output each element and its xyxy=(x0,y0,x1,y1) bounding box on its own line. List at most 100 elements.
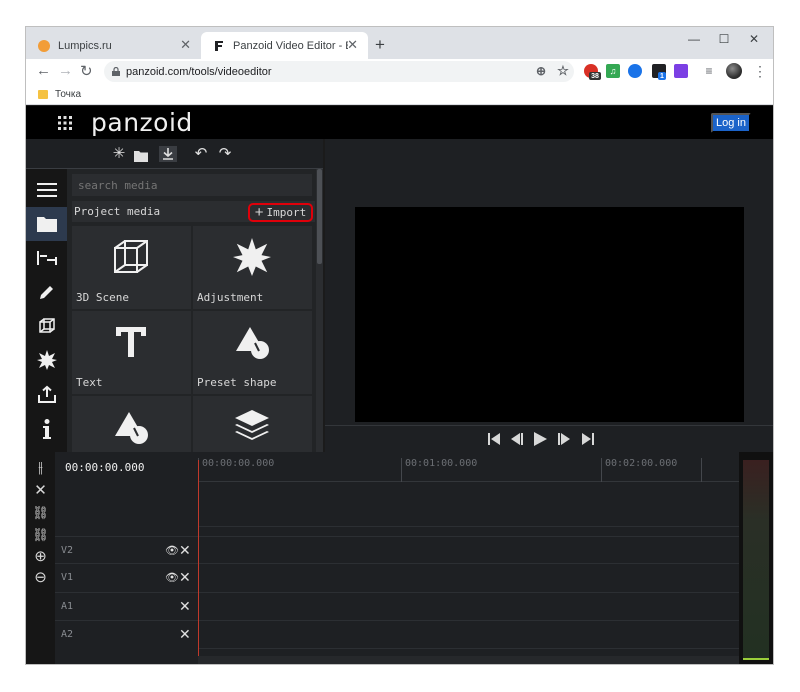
tab-title: Panzoid Video Editor - Edit Video xyxy=(233,39,348,52)
preview-canvas[interactable] xyxy=(355,207,744,422)
redo-icon[interactable]: ↷ xyxy=(218,146,232,162)
open-folder-icon[interactable] xyxy=(134,148,148,164)
tab-lumpics[interactable]: Lumpics.ru ✕ xyxy=(26,32,201,59)
extension-purple-icon[interactable] xyxy=(674,64,688,78)
track-divider xyxy=(198,536,739,537)
menu-button[interactable] xyxy=(26,173,67,207)
browser-toolbar: ← → ↻ panzoid.com/tools/videoeditor ⊕ ☆ … xyxy=(26,59,773,85)
link-icon[interactable]: ⛓ xyxy=(32,504,49,522)
app-header: panzoid Log in xyxy=(26,106,773,139)
starburst-icon xyxy=(36,350,57,370)
track-name: A2 xyxy=(61,629,74,640)
timeline-area[interactable]: 00:00:00.000 00:01:00.000 00:02:00.000 xyxy=(198,452,739,664)
tile-label: Text xyxy=(76,376,103,389)
3d-button[interactable] xyxy=(26,309,67,343)
step-forward-icon[interactable] xyxy=(558,433,570,445)
more-menu-icon[interactable]: ⋮ xyxy=(753,63,767,80)
zoom-out-icon[interactable]: ⊖ xyxy=(32,569,49,587)
delete-track-icon[interactable]: ✕ xyxy=(179,569,191,586)
playhead[interactable] xyxy=(198,460,199,660)
step-back-icon[interactable] xyxy=(511,433,523,445)
ruler-mark: 00:00:00.000 xyxy=(198,458,274,482)
pencil-icon xyxy=(39,286,53,299)
undo-icon[interactable]: ↶ xyxy=(194,146,208,162)
search-media-input[interactable] xyxy=(72,174,312,196)
new-tab-button[interactable]: + xyxy=(375,35,385,55)
media-tile-text[interactable]: Text xyxy=(72,311,191,394)
reload-icon[interactable]: ↻ xyxy=(80,62,93,80)
lumpics-favicon-icon xyxy=(38,39,50,52)
add-icon[interactable]: ⊕ xyxy=(534,64,548,78)
skip-to-end-icon[interactable] xyxy=(582,433,594,445)
tab-panzoid[interactable]: Panzoid Video Editor - Edit Video ✕ xyxy=(201,32,368,59)
track-v2[interactable]: V2 👁 ✕ xyxy=(55,536,198,563)
extension-badge-2: 1 xyxy=(658,72,666,80)
edit-button[interactable] xyxy=(26,275,67,309)
timeline-button[interactable] xyxy=(26,241,67,275)
delete-track-icon[interactable]: ✕ xyxy=(179,626,191,643)
folder-icon xyxy=(36,217,57,232)
effects-button[interactable] xyxy=(26,343,67,377)
address-bar[interactable]: panzoid.com/tools/videoeditor xyxy=(104,61,574,82)
lock-icon xyxy=(112,67,120,76)
media-scrollbar[interactable] xyxy=(316,169,323,452)
eye-icon[interactable]: 👁 xyxy=(165,544,179,557)
tile-label: 3D Scene xyxy=(76,291,129,304)
zoom-in-icon[interactable]: ⊕ xyxy=(32,548,49,566)
panzoid-favicon-icon xyxy=(215,40,223,51)
time-ruler[interactable]: 00:00:00.000 00:01:00.000 00:02:00.000 xyxy=(198,458,739,482)
eye-icon[interactable]: 👁 xyxy=(165,571,179,584)
close-tab-icon[interactable]: ✕ xyxy=(347,37,358,53)
delete-track-icon[interactable]: ✕ xyxy=(179,598,191,615)
export-button[interactable] xyxy=(26,377,67,411)
media-tile-layers[interactable] xyxy=(193,396,312,452)
delete-track-icon[interactable]: ✕ xyxy=(179,542,191,559)
bookmark-folder[interactable]: Точка xyxy=(38,89,81,100)
play-icon[interactable] xyxy=(534,432,547,446)
star-icon[interactable]: ☆ xyxy=(556,63,570,78)
track-labels: 00:00:00.000 V2 👁 ✕ V1 👁 ✕ A1 ✕ A2 ✕ xyxy=(55,452,198,664)
timeline-scrollbar[interactable] xyxy=(198,656,739,664)
panzoid-logo[interactable]: panzoid xyxy=(91,108,193,137)
close-tab-icon[interactable]: ✕ xyxy=(180,37,191,53)
download-icon[interactable] xyxy=(159,146,177,162)
forward-arrow-icon[interactable]: → xyxy=(58,62,73,79)
track-name: V1 xyxy=(61,572,74,583)
browser-window: Lumpics.ru ✕ Panzoid Video Editor - Edit… xyxy=(26,27,773,664)
profile-avatar[interactable] xyxy=(726,63,742,79)
minimize-icon[interactable]: — xyxy=(684,32,704,46)
project-toolbar: ✳ ↶ ↷ xyxy=(26,139,323,169)
track-divider xyxy=(198,563,739,564)
tile-label: Adjustment xyxy=(197,291,264,304)
track-a1[interactable]: A1 ✕ xyxy=(55,592,198,619)
track-v1[interactable]: V1 👁 ✕ xyxy=(55,563,198,590)
extension-blue-icon[interactable] xyxy=(628,64,642,78)
project-media-title: Project media xyxy=(74,205,161,218)
skip-to-start-icon[interactable] xyxy=(488,433,500,445)
track-divider xyxy=(198,648,739,649)
unlink-icon[interactable]: ⛓ xyxy=(32,526,49,544)
maximize-icon[interactable]: ☐ xyxy=(714,32,734,46)
media-button[interactable] xyxy=(26,207,67,241)
new-project-icon[interactable]: ✳ xyxy=(112,146,126,162)
scrollbar-thumb[interactable] xyxy=(317,169,322,264)
media-tile-preset-shape[interactable]: Preset shape xyxy=(193,311,312,394)
split-icon[interactable]: ⫲ xyxy=(32,459,49,477)
apps-grid-icon[interactable] xyxy=(58,116,72,130)
hamburger-icon xyxy=(36,183,57,197)
media-tile-shape[interactable] xyxy=(72,396,191,452)
track-a2[interactable]: A2 ✕ xyxy=(55,620,198,647)
info-button[interactable] xyxy=(26,412,67,446)
delete-x-icon[interactable]: ✕ xyxy=(32,482,49,500)
playback-controls xyxy=(325,425,773,452)
login-button[interactable]: Log in xyxy=(711,113,751,133)
meter-bar xyxy=(743,460,769,660)
media-tile-adjustment[interactable]: Adjustment xyxy=(193,226,312,309)
close-window-icon[interactable]: ✕ xyxy=(744,32,764,46)
reading-list-icon[interactable]: ≡ xyxy=(702,64,716,78)
extension-green-icon[interactable]: ♫ xyxy=(606,64,620,78)
import-button[interactable]: + Import xyxy=(248,203,313,222)
media-tile-3d-scene[interactable]: 3D Scene xyxy=(72,226,191,309)
back-arrow-icon[interactable]: ← xyxy=(36,62,51,79)
tile-label: Preset shape xyxy=(197,376,277,389)
